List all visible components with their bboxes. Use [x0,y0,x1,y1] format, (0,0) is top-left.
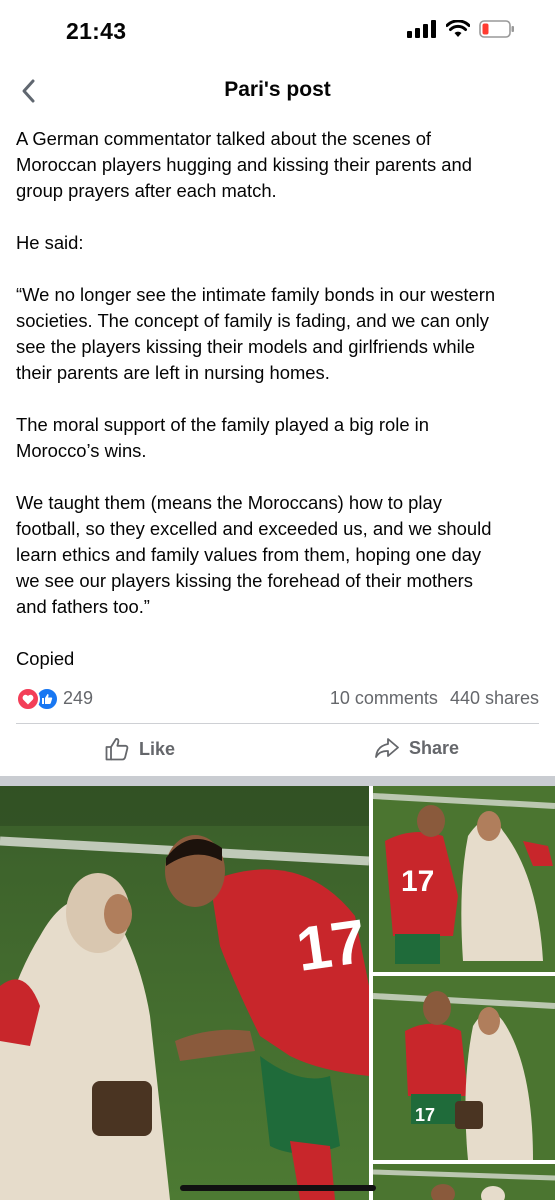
like-button[interactable]: Like [104,736,175,762]
thumbs-up-icon [105,738,129,761]
status-bar: 21:43 [0,0,555,66]
status-icons [407,20,515,38]
page-title: Pari's post [224,78,331,101]
side-photo-2[interactable]: 17 [373,976,555,1160]
post-paragraph: “We no longer see the intimate family bo… [16,284,496,383]
post-paragraph: Copied [16,648,75,669]
reactions-summary[interactable]: 249 10 comments 440 shares [16,685,539,715]
photo-grid: 17 17 17 [0,786,555,1200]
jersey-number: 17 [415,1105,435,1125]
battery-low-icon [479,20,514,38]
shares-count-link[interactable]: 440 shares [450,688,539,709]
photo-illustration: 17 [373,786,555,972]
love-reaction-icon [16,687,40,711]
home-indicator[interactable] [180,1185,376,1191]
section-separator [0,776,555,786]
post-actions: Like Share [0,728,555,772]
share-label: Share [409,737,460,758]
post-body: A German commentator talked about the sc… [16,126,546,698]
reaction-count: 249 [63,688,94,708]
share-button[interactable]: Share [374,736,459,760]
divider [16,723,539,724]
photo-illustration: 17 [373,976,555,1160]
nav-bar: Pari's post [0,66,555,116]
photo-illustration [373,1164,555,1200]
photo-illustration: 17 [0,786,369,1200]
post-paragraph: A German commentator talked about the sc… [16,128,472,201]
cellular-signal-icon [407,20,436,38]
post-paragraph: The moral support of the family played a… [16,414,429,461]
post-paragraph: We taught them (means the Moroccans) how… [16,492,492,617]
main-photo[interactable]: 17 [0,786,369,1200]
comments-count-link[interactable]: 10 comments [330,688,438,709]
wifi-icon [446,20,470,37]
share-arrow-icon [375,738,399,758]
side-photo-3[interactable] [373,1164,555,1200]
side-photo-1[interactable]: 17 [373,786,555,972]
like-label: Like [139,738,176,759]
post-paragraph: He said: [16,232,84,253]
reaction-icons [16,687,59,711]
engagement-meta: 10 comments 440 shares [330,688,539,709]
jersey-number: 17 [401,865,434,898]
jersey-number: 17 [292,907,369,985]
status-time: 21:43 [66,18,127,44]
